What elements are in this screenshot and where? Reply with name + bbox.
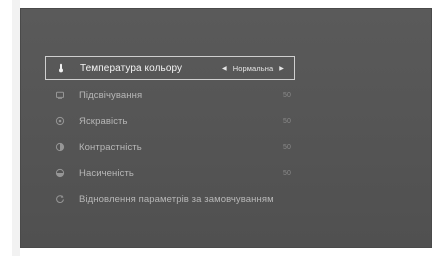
screen-left-edge [12,0,20,256]
menu-item-value: 50 [283,169,291,177]
backlight-icon [53,88,67,102]
menu-item-backlight[interactable]: Підсвічування 50 [45,82,295,108]
menu-item-label: Яскравість [79,115,128,127]
menu-item-color-temperature[interactable]: Температура кольору ◀ Нормальна ▶ [45,56,295,80]
selector-value: Нормальна [232,63,274,73]
picture-settings-menu: Температура кольору ◀ Нормальна ▶ Підсві… [45,56,295,212]
menu-item-label: Насиченість [79,167,134,179]
menu-item-reset-defaults[interactable]: Відновлення параметрів за замовчуванням [45,186,295,212]
menu-item-label: Відновлення параметрів за замовчуванням [79,193,274,205]
menu-item-value: 50 [283,117,291,125]
tv-screen: Температура кольору ◀ Нормальна ▶ Підсві… [20,8,432,248]
left-arrow-icon[interactable]: ◀ [216,65,233,72]
menu-item-label: Контрастність [79,141,142,153]
menu-item-label: Підсвічування [79,89,143,101]
right-arrow-icon[interactable]: ▶ [273,65,290,72]
color-temperature-selector[interactable]: ◀ Нормальна ▶ [216,64,290,73]
menu-item-brightness[interactable]: Яскравість 50 [45,108,295,134]
thermometer-icon [54,61,68,75]
menu-item-saturation[interactable]: Насиченість 50 [45,160,295,186]
menu-item-value: 50 [283,143,291,151]
saturation-icon [53,166,67,180]
menu-item-value: 50 [283,91,291,99]
reset-icon [53,192,67,206]
menu-item-contrast[interactable]: Контрастність 50 [45,134,295,160]
brightness-icon [53,114,67,128]
menu-item-label: Температура кольору [80,62,183,74]
contrast-icon [53,140,67,154]
